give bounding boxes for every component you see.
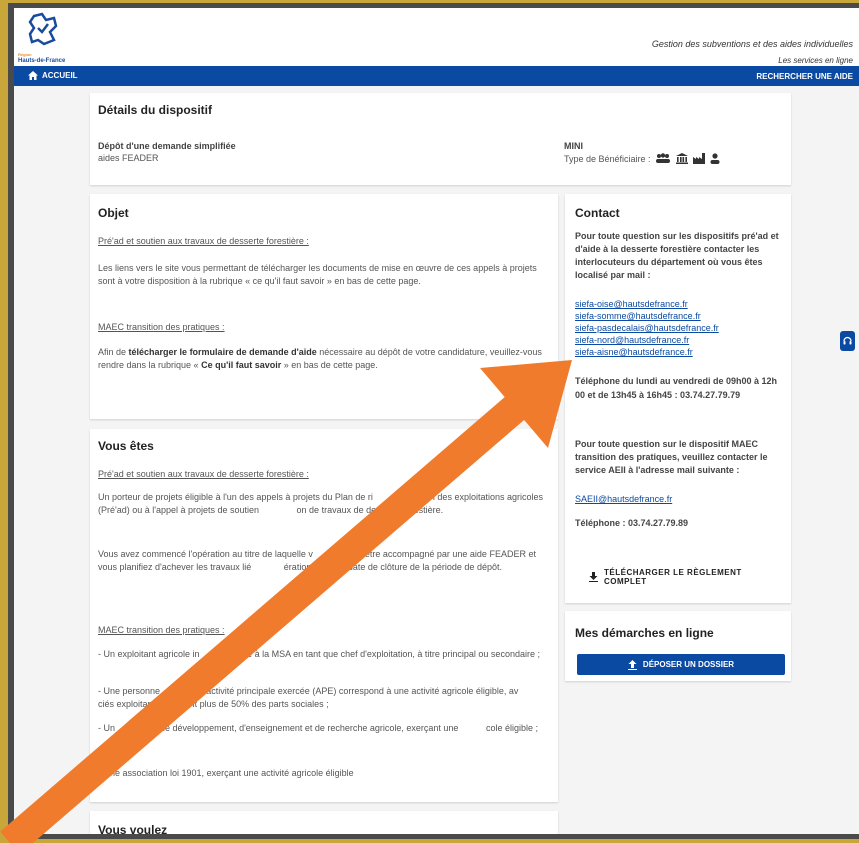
email-link-aisne[interactable]: siefa-aisne@hautsdefrance.fr <box>575 346 719 358</box>
vous-etes-bullet-3: - Un ent de développement, d'enseignemen… <box>98 723 538 733</box>
objet-title: Objet <box>98 206 129 220</box>
details-title: Détails du dispositif <box>98 103 213 117</box>
details-left-value: aides FEADER <box>98 153 159 163</box>
objet-p2-text-a: Afin de <box>98 347 129 357</box>
objet-p2-bold-a: télécharger le formulaire de demande d'a… <box>128 347 317 357</box>
group-icon <box>655 153 670 163</box>
vous-etes-card: Vous êtes Pré'ad et soutien aux travaux … <box>90 429 558 802</box>
vous-etes-subtitle-1: Pré'ad et soutien aux travaux de dessert… <box>98 469 309 479</box>
vous-voulez-title: Vous voulez <box>98 823 168 834</box>
submit-file-button[interactable]: DÉPOSER UN DOSSIER <box>577 654 785 675</box>
vous-etes-bullet-2: - Une personne t l'activité principale e… <box>98 686 554 709</box>
home-icon <box>28 71 38 80</box>
email-link-saeii[interactable]: SAEII@hautsdefrance.fr <box>575 494 672 504</box>
contact-intro-2: Pour toute question sur le dispositif MA… <box>575 439 768 475</box>
email-link-oise[interactable]: siefa-oise@hautsdefrance.fr <box>575 298 719 310</box>
contact-title: Contact <box>575 206 620 220</box>
submit-file-label: DÉPOSER UN DOSSIER <box>642 660 735 669</box>
vous-etes-title: Vous êtes <box>98 439 154 453</box>
nav-home-link[interactable]: ACCUEIL <box>28 71 78 80</box>
institution-icon <box>675 153 688 164</box>
vous-etes-subtitle-2: MAEC transition des pratiques : <box>98 625 225 635</box>
objet-card: Objet Pré'ad et soutien aux travaux de d… <box>90 194 558 419</box>
nav-search-link[interactable]: RECHERCHER UNE AIDE <box>756 72 853 81</box>
download-label-line-1: TÉLÉCHARGER LE RÈGLEMENT <box>604 568 742 577</box>
objet-p2-text-c: » en bas de cette page. <box>281 360 378 370</box>
contact-phone-1: Téléphone du lundi au vendredi de 09h00 … <box>575 376 778 400</box>
download-regulation-button[interactable]: TÉLÉCHARGER LE RÈGLEMENT COMPLET <box>589 568 742 586</box>
demarches-card: Mes démarches en ligne DÉPOSER UN DOSSIE… <box>565 611 791 681</box>
industry-icon <box>692 153 705 164</box>
vous-etes-paragraph-1: Un porteur de projets éligible à l'un de… <box>98 492 546 515</box>
details-right-label: MINI <box>564 141 583 151</box>
contact-phone-2: Téléphone : 03.74.27.79.89 <box>575 518 689 528</box>
upload-icon <box>627 659 637 670</box>
objet-subtitle-2: MAEC transition des pratiques : <box>98 322 225 332</box>
download-label-line-2: COMPLET <box>604 577 647 586</box>
vous-etes-bullet-4: - Une association loi 1901, exerçant une… <box>98 768 354 778</box>
email-link-somme[interactable]: siefa-somme@hautsdefrance.fr <box>575 310 719 322</box>
contact-email-list: siefa-oise@hautsdefrance.fr siefa-somme@… <box>575 298 719 358</box>
logo-text: Région Hauts-de-France <box>18 52 65 64</box>
vous-etes-paragraph-2: Vous avez commencé l'opération au titre … <box>98 549 539 572</box>
headset-support-tab[interactable] <box>840 331 855 351</box>
person-icon <box>710 153 720 164</box>
objet-paragraph-2: Afin de télécharger le formulaire de dem… <box>98 346 546 372</box>
objet-subtitle-1: Pré'ad et soutien aux travaux de dessert… <box>98 236 309 246</box>
email-link-nord[interactable]: siefa-nord@hautsdefrance.fr <box>575 334 719 346</box>
logo-name: Hauts-de-France <box>18 58 66 64</box>
vous-etes-bullet-1: - Un exploitant agricole in é à la MSA e… <box>98 649 540 659</box>
details-left-label: Dépôt d'une demande simplifiée <box>98 141 236 151</box>
site-tagline: Gestion des subventions et des aides ind… <box>651 39 853 49</box>
headset-icon <box>843 336 852 345</box>
objet-p2-bold-b: Ce qu'il faut savoir <box>201 360 282 370</box>
contact-card: Contact Pour toute question sur les disp… <box>565 194 791 603</box>
demarches-title: Mes démarches en ligne <box>575 626 714 640</box>
site-subtagline: Les services en ligne <box>778 56 853 65</box>
download-regulation-label: TÉLÉCHARGER LE RÈGLEMENT COMPLET <box>604 568 742 586</box>
nav-home-label: ACCUEIL <box>42 71 78 80</box>
objet-paragraph-1: Les liens vers le site vous permettant d… <box>98 263 537 286</box>
details-card: Détails du dispositif Dépôt d'une demand… <box>90 93 791 185</box>
download-icon <box>589 572 598 582</box>
contact-intro: Pour toute question sur les dispositifs … <box>575 231 779 280</box>
main-nav: ACCUEIL RECHERCHER UNE AIDE <box>14 66 859 86</box>
beneficiary-type: Type de Bénéficiaire : <box>564 153 720 164</box>
site-header: Région Hauts-de-France Gestion des subve… <box>14 8 859 66</box>
email-link-pasdecalais[interactable]: siefa-pasdecalais@hautsdefrance.fr <box>575 322 719 334</box>
vous-voulez-card: Vous voulez <box>90 811 558 834</box>
browser-viewport: Région Hauts-de-France Gestion des subve… <box>14 8 859 834</box>
beneficiary-label: Type de Bénéficiaire : <box>564 153 651 164</box>
